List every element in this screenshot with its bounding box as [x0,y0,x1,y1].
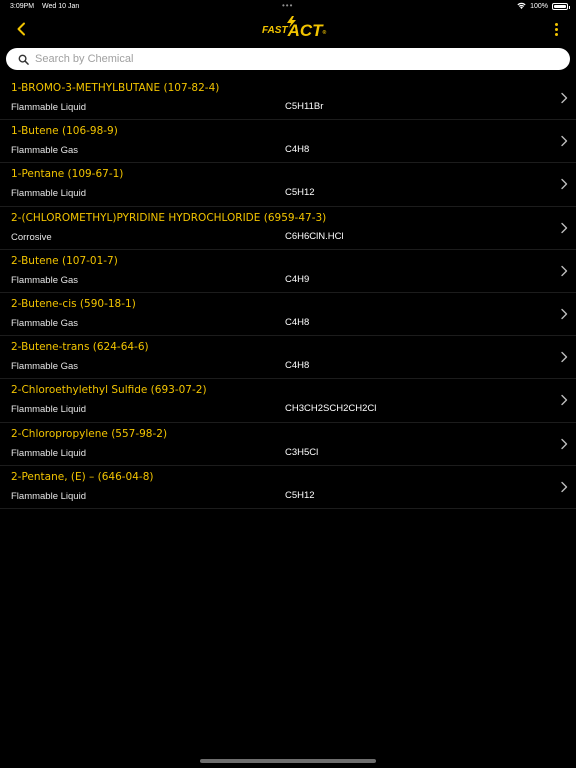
chemical-name: 2-Chloroethylethyl Sulfide (693-07-2) [11,384,207,397]
chevron-right-icon [561,308,568,320]
status-indicators: 100% [517,2,570,10]
hazard-class: Flammable Liquid [11,490,86,502]
status-bar: 3:09PM Wed 10 Jan ••• 100% [0,0,576,14]
battery-icon [552,2,570,10]
hazard-class: Flammable Gas [11,145,79,157]
chevron-right-icon [561,481,568,492]
hazard-class: Flammable Gas [11,361,79,373]
status-date: Wed 10 Jan [42,3,80,10]
chevron-right-icon [561,395,568,406]
chevron-right-icon [561,92,568,104]
wifi-icon [517,2,526,9]
chevron-right-icon [561,222,568,233]
chemical-name: 2-Butene (107-01-7) [11,254,118,267]
chevron-right-icon [561,135,568,147]
hazard-class: Flammable Gas [11,317,79,329]
chemical-name: 1-Butene (106-98-9) [11,125,118,138]
chemical-row[interactable]: 2-Chloropropylene (557-98-2) Flammable Li… [0,423,576,466]
chemical-formula: C6H6ClN.HCl [285,230,344,242]
fastact-logo: FAST ACT ® [262,16,327,40]
chemical-row[interactable]: 2-(CHLOROMETHYL)PYRIDINE HYDROCHLORIDE (… [0,207,576,250]
chemical-formula: C4H9 [285,273,310,285]
chemical-row[interactable]: 2-Butene-cis (590-18-1) Flammable Gas C4H8 [0,293,576,337]
home-indicator[interactable] [200,759,376,763]
chemical-formula: C5H11Br [285,101,324,112]
vertical-ellipsis-icon [554,22,558,26]
chemical-list: 1-BROMO-3-METHYLBUTANE (107-82-4) Flammab… [0,77,576,509]
chemical-name: 2-(CHLOROMETHYL)PYRIDINE HYDROCHLORIDE (… [11,211,327,224]
chemical-name: 2-Butene-trans (624-64-6) [11,341,149,354]
hazard-class: Flammable Liquid [11,188,86,200]
chemical-name: 2-Chloropropylene (557-98-2) [11,427,168,440]
chemical-name: 1-BROMO-3-METHYLBUTANE (107-82-4) [11,82,220,94]
chemical-row[interactable]: 1-Pentane (109-67-1) Flammable Liquid C5H1… [0,163,576,207]
chemical-formula: C4H8 [285,144,310,156]
chemical-formula: C5H12 [285,489,315,501]
navigation-bar: FAST ACT ® [0,14,576,44]
hazard-class: Flammable Gas [11,274,79,286]
registered-mark: ® [322,30,327,36]
more-options-button[interactable] [548,20,564,38]
hazard-class: Flammable Liquid [11,102,86,113]
chemical-name: 1-Pentane (109-67-1) [11,168,124,181]
back-button[interactable] [12,20,30,38]
chemical-row[interactable]: 2-Butene-trans (624-64-6) Flammable Gas C4… [0,336,576,380]
chemical-name: 2-Butene-cis (590-18-1) [11,297,136,310]
chemical-row[interactable]: 2-Chloroethylethyl Sulfide (693-07-2) Fla… [0,379,576,423]
chevron-right-icon [561,351,568,363]
search-input[interactable] [35,53,535,65]
chemical-row[interactable]: 2-Butene (107-01-7) Flammable Gas C4H9 [0,250,576,293]
chemical-formula: C4H8 [285,360,310,372]
battery-percent: 100% [530,2,548,10]
search-bar[interactable] [6,48,570,70]
chemical-formula: C4H8 [285,316,310,328]
chemical-formula: C3H5Cl [285,446,319,458]
chevron-right-icon [561,179,568,190]
lightning-bolt-icon [286,16,296,28]
chevron-right-icon [561,265,568,276]
chemical-formula: CH3CH2SCH2CH2Cl [285,403,377,415]
hazard-class: Corrosive [11,231,52,243]
status-time: 3:09PM [10,3,35,10]
chevron-right-icon [561,438,568,449]
chemical-name: 2-Pentane, (E) – (646-04-8) [11,470,154,483]
chemical-row[interactable]: 1-BROMO-3-METHYLBUTANE (107-82-4) Flammab… [0,77,576,121]
chemical-row[interactable]: 2-Pentane, (E) – (646-04-8) Flammable Liq… [0,466,576,509]
hazard-class: Flammable Liquid [11,404,86,416]
multitask-dots[interactable]: ••• [282,1,293,10]
chevron-left-icon [17,22,25,36]
search-icon [18,54,29,65]
chemical-formula: C5H12 [285,187,315,199]
app-screen: 3:09PM Wed 10 Jan ••• 100% FAST ACT ® Se… [0,0,576,768]
hazard-class: Flammable Liquid [11,447,86,459]
chemical-row[interactable]: 1-Butene (106-98-9) Flammable Gas C4H8 [0,120,576,164]
